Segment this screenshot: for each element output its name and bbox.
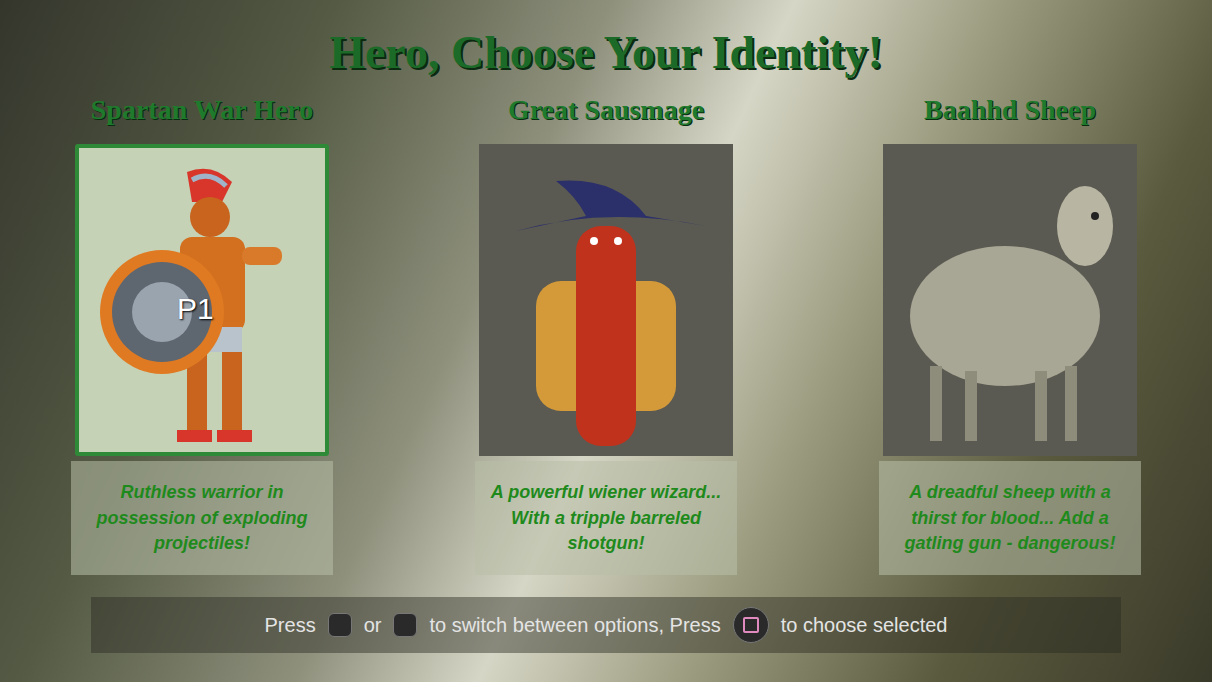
right-button-icon: [393, 613, 417, 637]
controls-hint-bar: Press or to switch between options, Press t…: [91, 597, 1121, 653]
hero-description: A powerful wiener wizard... With a tripp…: [475, 461, 737, 575]
hero-portrait: [479, 144, 733, 456]
player-cursor: P1: [177, 286, 214, 331]
hint-text: to choose selected: [781, 610, 948, 640]
hero-description: A dreadful sheep with a thirst for blood…: [879, 461, 1141, 575]
screen-title: Hero, Choose Your Identity!: [329, 0, 883, 79]
hero-option[interactable]: Spartan War Hero P1 Ruthless warrior in po…: [0, 93, 404, 576]
hero-portrait: [883, 144, 1137, 456]
left-button-icon: [328, 613, 352, 637]
hero-select-screen: Hero, Choose Your Identity! Spartan War H…: [0, 0, 1212, 682]
hint-text: to switch between options, Press: [429, 610, 720, 640]
hero-list: Spartan War Hero P1 Ruthless warrior in po…: [0, 93, 1212, 576]
hint-text: or: [364, 610, 382, 640]
hero-description: Ruthless warrior in possession of explod…: [71, 461, 333, 575]
sheep-icon: [895, 166, 1125, 456]
hero-portrait: P1: [75, 144, 329, 456]
hint-text: Press: [265, 610, 316, 640]
sausage-wizard-icon: [496, 166, 716, 456]
hero-option[interactable]: Baahhd Sheep A dreadful sheep with a thir…: [808, 93, 1212, 576]
hero-name: Baahhd Sheep: [924, 93, 1096, 127]
hero-name: Spartan War Hero: [91, 93, 313, 127]
square-button-icon: [733, 607, 769, 643]
hero-option[interactable]: Great Sausmage A powerful wiener wizard..…: [404, 93, 808, 576]
hero-name: Great Sausmage: [508, 93, 704, 127]
